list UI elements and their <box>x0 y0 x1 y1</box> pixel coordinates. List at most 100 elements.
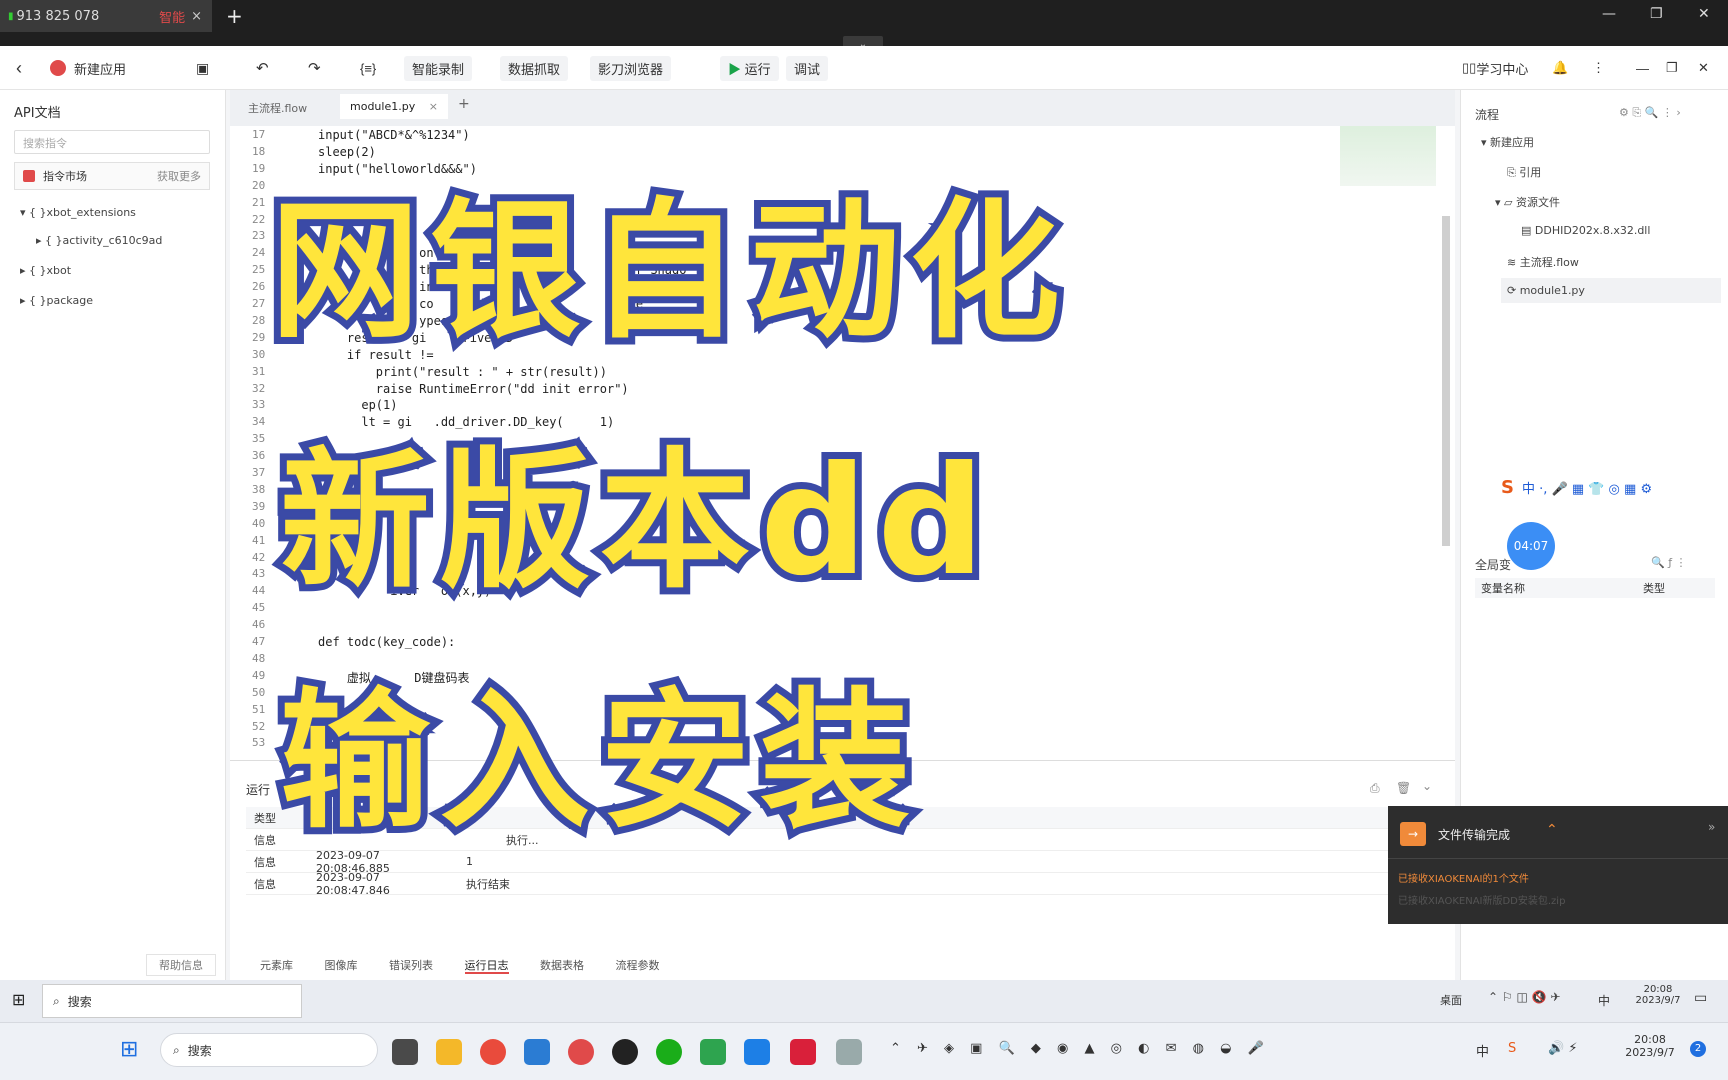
tab-main-flow[interactable]: 主流程.flow <box>248 100 307 116</box>
green-app-icon[interactable] <box>700 1039 726 1065</box>
line-number: 22 <box>252 212 266 226</box>
flow-node-app[interactable]: ▾ 新建应用 <box>1481 134 1534 150</box>
network-app-icon[interactable] <box>836 1039 862 1065</box>
tree-node-xbot[interactable]: ▸ { }xbot <box>20 264 71 277</box>
search-icon: ⌕ <box>53 993 60 1008</box>
api-search-input[interactable]: 搜索指令 <box>14 130 210 154</box>
close-tab-icon[interactable]: × <box>191 9 202 24</box>
save-icon[interactable]: ▣ <box>196 46 209 90</box>
smart-record-button[interactable]: 智能录制 <box>404 55 473 81</box>
app-close-button[interactable]: ✕ <box>1698 46 1709 90</box>
tree-node-activity[interactable]: ▸ { }activity_c610c9ad <box>36 234 162 247</box>
close-window-button[interactable]: ✕ <box>1698 6 1710 22</box>
tab-element-lib[interactable]: 元素库 <box>260 959 293 972</box>
sogou-tray-icon[interactable]: S <box>1508 1041 1516 1056</box>
app-minimize-button[interactable]: — <box>1636 46 1649 90</box>
remote-search-box[interactable]: ⌕ 搜索 <box>42 984 302 1018</box>
tree-node-package[interactable]: ▸ { }package <box>20 294 93 307</box>
redo-icon[interactable]: ↷ <box>308 46 321 90</box>
ime-toolbar[interactable]: S 中 ·, 🎤 ▦ 👕 ◎ ▦ ⚙ <box>1501 472 1728 502</box>
notification-center-icon[interactable]: ▭ <box>1694 990 1707 1006</box>
app-name[interactable]: 新建应用 <box>74 46 126 90</box>
undo-icon[interactable]: ↶ <box>256 46 269 90</box>
code-minimap[interactable] <box>1340 126 1436 186</box>
file-transfer-notification[interactable]: → 文件传输完成 ⌃ » 已接收XIAOKENAI的1个文件 已接收XIAOKE… <box>1388 806 1728 924</box>
app-restore-button[interactable]: ❐ <box>1666 46 1678 90</box>
command-market-bar[interactable]: 指令市场 获取更多 <box>14 162 210 190</box>
code-line: if result != <box>318 347 434 362</box>
ime-indicator[interactable]: 中 <box>1476 1041 1489 1060</box>
session-id: 913 825 078 <box>16 8 100 24</box>
clock[interactable]: 20:08 2023/9/7 <box>1622 1033 1678 1059</box>
data-grab-button[interactable]: 数据抓取 <box>500 55 569 81</box>
new-tab-button[interactable]: + <box>226 4 243 28</box>
editor-scrollbar[interactable] <box>1442 216 1450 546</box>
tree-node-xbot-extensions[interactable]: ▾ { }xbot_extensions <box>20 206 136 219</box>
bell-icon[interactable]: 🔔 <box>1552 46 1568 90</box>
run-button[interactable]: ▶ 运行 <box>720 55 779 81</box>
learn-center-button[interactable]: ▯▯ 学习中心 <box>1462 46 1528 90</box>
tab-close-icon[interactable]: × <box>429 100 438 113</box>
file-explorer-icon[interactable] <box>436 1039 462 1065</box>
add-tab-button[interactable]: + <box>458 96 470 112</box>
remote-clock[interactable]: 20:08 2023/9/7 <box>1628 984 1688 1006</box>
flow-node-main-flow[interactable]: ≋ 主流程.flow <box>1507 254 1579 270</box>
mail-icon[interactable] <box>524 1039 550 1065</box>
flow-tools-icon[interactable]: ⚙ ⎘ 🔍 ⋮ › <box>1619 106 1681 120</box>
get-more-link[interactable]: 获取更多 <box>157 168 201 184</box>
volume-icon[interactable]: 🔊 ⚡ <box>1548 1041 1577 1056</box>
flow-node-resources[interactable]: ▾ ▱ 资源文件 <box>1495 194 1560 210</box>
flow-node-dll[interactable]: ▤ DDHID202x.8.x32.dll <box>1521 224 1650 237</box>
clear-log-icon[interactable]: 🗑 <box>1396 781 1411 795</box>
tab-module1[interactable]: module1.py × <box>340 94 448 119</box>
system-tray-icons[interactable]: ⌃ ✈ ◈ ▣ 🔍 ◆ ◉ ▲ ◎ ◐ ✉ ◍ ◒ 🎤 <box>890 1041 1270 1056</box>
tab-error-list[interactable]: 错误列表 <box>389 959 433 972</box>
tab-image-lib[interactable]: 图像库 <box>325 959 358 972</box>
desktop-label[interactable]: 桌面 <box>1440 992 1462 1008</box>
windows-start-icon[interactable]: ⊞ <box>12 990 25 1009</box>
back-icon[interactable]: ‹ <box>16 46 22 90</box>
help-button[interactable]: 帮助信息 <box>146 954 216 976</box>
more-icon[interactable]: ⋮ <box>1592 46 1605 90</box>
line-number: 53 <box>252 736 266 750</box>
expand-up-icon[interactable]: ⌃ <box>1546 822 1558 838</box>
tab-data-table[interactable]: 数据表格 <box>540 959 584 972</box>
flow-title: 流程 <box>1475 108 1500 122</box>
task-view-icon[interactable] <box>392 1039 418 1065</box>
red-app-icon[interactable] <box>790 1039 816 1065</box>
line-number: 27 <box>252 297 266 310</box>
chrome-icon[interactable] <box>480 1039 506 1065</box>
globals-tools-icon[interactable]: 🔍 ƒ ⋮ <box>1651 556 1687 569</box>
tray-icons[interactable]: ⌃ ⚐ ◫ 🔇 ✈ <box>1488 990 1560 1004</box>
taskbar-search-box[interactable]: ⌕ 搜索 <box>160 1033 378 1067</box>
line-number: 43 <box>252 567 266 581</box>
log-header: 类型 <box>246 807 1436 829</box>
tab-run-log[interactable]: 运行日志 <box>464 959 509 974</box>
code-line: co file_ <box>318 297 651 311</box>
taskbar: ⊞ ⌕ 搜索 ⌃ ✈ ◈ ▣ 🔍 ◆ ◉ ▲ ◎ ◐ ✉ ◍ ◒ 🎤 中 S 🔊… <box>0 1022 1728 1080</box>
double-chevron-icon[interactable]: » <box>1708 820 1715 834</box>
minimize-button[interactable]: — <box>1602 6 1616 22</box>
remote-ime-indicator[interactable]: 中 <box>1598 992 1610 1009</box>
yingdao-icon[interactable] <box>568 1039 594 1065</box>
debug-button[interactable]: 调试 <box>786 55 829 81</box>
wechat-icon[interactable] <box>656 1039 682 1065</box>
collapse-icon[interactable]: ⌄ <box>1422 779 1432 793</box>
code-block-icon[interactable]: {≡} <box>360 46 376 90</box>
qq-icon[interactable] <box>612 1039 638 1065</box>
smart-badge: 智能 <box>159 10 186 26</box>
export-log-icon[interactable]: ⎙ <box>1370 781 1380 796</box>
code-line: input("helloworld&&&") <box>318 161 477 176</box>
flow-node-ref[interactable]: ⎘ 引用 <box>1507 164 1541 180</box>
tab-flow-params[interactable]: 流程参数 <box>616 959 660 972</box>
code-editor[interactable]: 17 input("ABCD*&^%1234") 18 sleep(2) 19 input… <box>230 126 1455 760</box>
line-number: 34 <box>252 415 266 429</box>
windows-start-icon[interactable]: ⊞ <box>120 1037 138 1062</box>
todesk-icon[interactable] <box>744 1039 770 1065</box>
notification-count[interactable]: 2 <box>1690 1041 1706 1057</box>
restore-button[interactable]: ❐ <box>1650 6 1663 22</box>
browser-button[interactable]: 影刀浏览器 <box>590 55 672 81</box>
flow-node-module1[interactable]: ⟳ module1.py <box>1501 278 1721 303</box>
timer-badge[interactable]: 04:07 <box>1507 522 1555 570</box>
session-tab[interactable]: ▮ 913 825 078 智能 × <box>0 0 212 32</box>
